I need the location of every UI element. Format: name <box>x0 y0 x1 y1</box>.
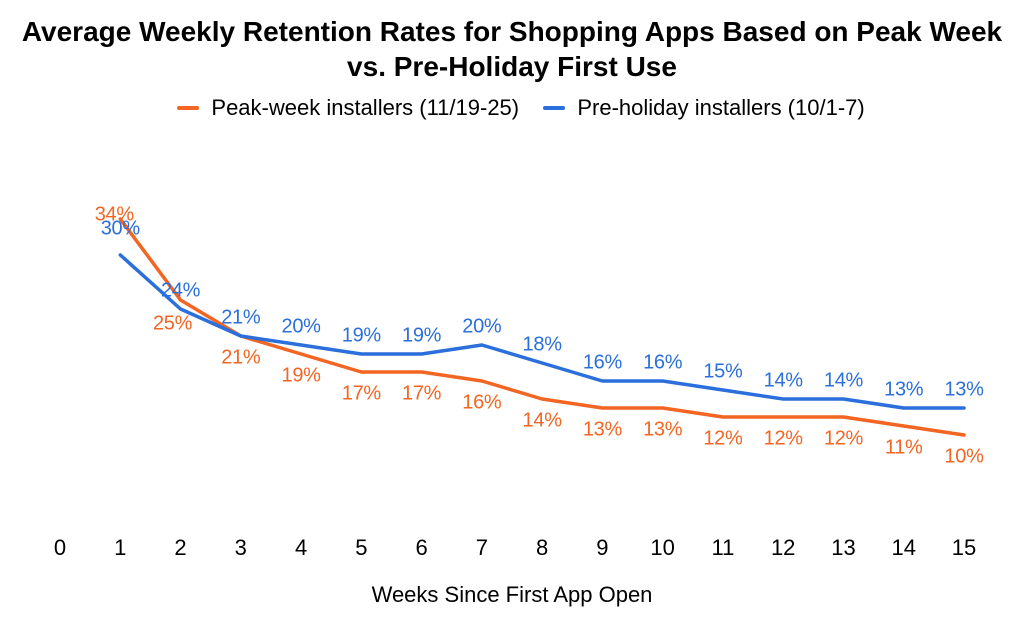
x-tick: 1 <box>114 535 126 561</box>
data-label: 13% <box>643 419 682 442</box>
plot-area: 012345678910111213141534%25%21%19%17%17%… <box>40 165 984 525</box>
data-label: 12% <box>703 428 742 451</box>
x-tick: 9 <box>596 535 608 561</box>
data-label: 21% <box>221 307 260 330</box>
data-label: 11% <box>885 437 923 460</box>
data-label: 20% <box>462 316 501 339</box>
chart-title: Average Weekly Retention Rates for Shopp… <box>0 14 1024 84</box>
x-tick: 10 <box>650 535 674 561</box>
data-label: 16% <box>643 352 682 375</box>
chart-container: Average Weekly Retention Rates for Shopp… <box>0 0 1024 628</box>
x-axis-label: Weeks Since First App Open <box>0 582 1024 608</box>
data-label: 19% <box>402 325 441 348</box>
plot-svg <box>40 165 984 525</box>
legend-swatch-peak <box>177 106 199 110</box>
legend-label-preholiday: Pre-holiday installers (10/1-7) <box>577 95 864 120</box>
data-label: 13% <box>884 379 923 402</box>
x-tick: 13 <box>831 535 855 561</box>
data-label: 18% <box>523 334 562 357</box>
data-label: 10% <box>944 446 983 469</box>
x-tick: 14 <box>891 535 915 561</box>
x-tick: 2 <box>174 535 186 561</box>
x-tick: 5 <box>355 535 367 561</box>
data-label: 14% <box>824 370 863 393</box>
data-label: 14% <box>523 410 562 433</box>
x-tick: 3 <box>235 535 247 561</box>
x-tick: 8 <box>536 535 548 561</box>
legend-swatch-preholiday <box>543 106 565 110</box>
data-label: 15% <box>703 361 742 384</box>
data-label: 24% <box>161 280 200 303</box>
legend: Peak-week installers (11/19-25) Pre-holi… <box>0 94 1024 121</box>
data-label: 17% <box>402 383 441 406</box>
data-label: 25% <box>153 313 192 336</box>
data-label: 12% <box>824 428 863 451</box>
data-label: 14% <box>764 370 803 393</box>
data-label: 12% <box>764 428 803 451</box>
x-tick: 6 <box>415 535 427 561</box>
x-tick: 15 <box>952 535 976 561</box>
x-tick: 0 <box>54 535 66 561</box>
data-label: 13% <box>944 379 983 402</box>
data-label: 21% <box>221 347 260 370</box>
x-tick: 4 <box>295 535 307 561</box>
x-tick: 12 <box>771 535 795 561</box>
data-label: 19% <box>342 325 381 348</box>
data-label: 16% <box>583 352 622 375</box>
x-tick: 11 <box>712 535 735 561</box>
data-label: 17% <box>342 383 381 406</box>
legend-label-peak: Peak-week installers (11/19-25) <box>211 95 519 120</box>
data-label: 13% <box>583 419 622 442</box>
data-label: 16% <box>462 392 501 415</box>
x-tick: 7 <box>476 535 488 561</box>
data-label: 20% <box>281 316 320 339</box>
data-label: 30% <box>101 218 140 241</box>
data-label: 19% <box>281 365 320 388</box>
